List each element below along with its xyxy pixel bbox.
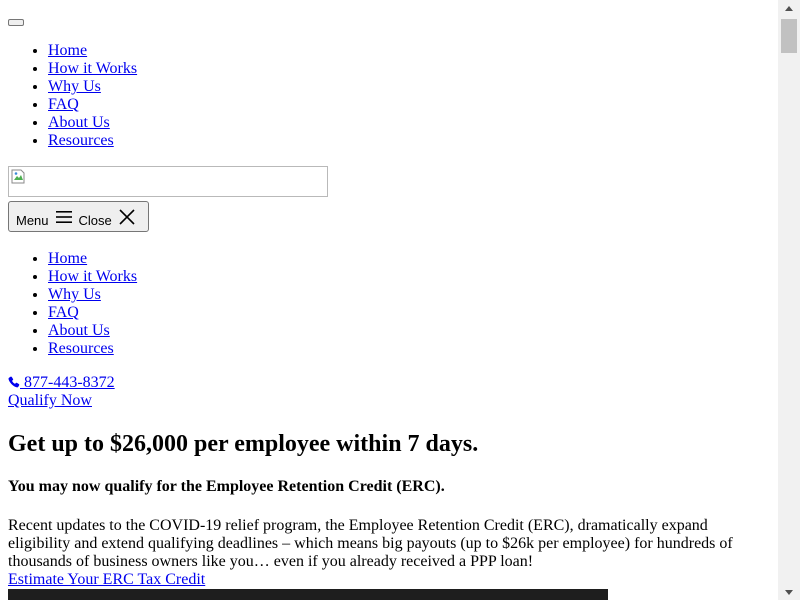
menu-close-button[interactable]: Menu Close — [8, 201, 149, 232]
nav-item: About Us — [48, 322, 137, 340]
scroll-down-arrow-icon[interactable] — [778, 584, 800, 600]
mobile-nav-link-about-us[interactable]: About Us — [48, 322, 110, 339]
nav-item: Resources — [48, 132, 137, 150]
primary-nav: Home How it Works Why Us FAQ About Us Re… — [8, 42, 137, 150]
nav-item: How it Works — [48, 268, 137, 286]
mobile-nav-link-why-us[interactable]: Why Us — [48, 286, 101, 303]
mobile-nav-link-faq[interactable]: FAQ — [48, 304, 79, 321]
phone-link[interactable]: 877-443-8372 — [8, 374, 115, 392]
nav-item: Why Us — [48, 78, 137, 96]
hamburger-icon — [55, 210, 72, 223]
nav-item: Why Us — [48, 286, 137, 304]
nav-item: Home — [48, 42, 137, 60]
nav-link-home[interactable]: Home — [48, 42, 87, 59]
hero-image — [8, 589, 608, 600]
mobile-nav: Home How it Works Why Us FAQ About Us Re… — [8, 250, 137, 358]
hero-headline: Get up to $26,000 per employee within 7 … — [8, 431, 479, 457]
mobile-nav-link-resources[interactable]: Resources — [48, 340, 114, 357]
logo-image-link[interactable] — [8, 166, 328, 197]
phone-icon — [8, 376, 20, 388]
phone-number: 877-443-8372 — [24, 374, 115, 391]
nav-toggle-button[interactable] — [8, 19, 24, 26]
nav-item: Resources — [48, 340, 137, 358]
nav-link-faq[interactable]: FAQ — [48, 96, 79, 113]
qualify-now-link[interactable]: Qualify Now — [8, 392, 92, 410]
broken-image-icon — [11, 169, 25, 184]
scroll-up-arrow-icon[interactable] — [778, 0, 800, 16]
hero-body-text: Recent updates to the COVID-19 relief pr… — [8, 517, 733, 570]
nav-link-why-us[interactable]: Why Us — [48, 78, 101, 95]
nav-item: FAQ — [48, 304, 137, 322]
close-label: Close — [78, 213, 112, 228]
hero-subheadline: You may now qualify for the Employee Ret… — [8, 478, 445, 495]
menu-label: Menu — [16, 213, 49, 228]
estimate-erc-link[interactable]: Estimate Your ERC Tax Credit — [8, 571, 205, 589]
nav-link-how-it-works[interactable]: How it Works — [48, 60, 137, 77]
vertical-scrollbar[interactable] — [778, 0, 800, 600]
nav-item: How it Works — [48, 60, 137, 78]
scrollbar-thumb[interactable] — [781, 19, 797, 53]
nav-link-about-us[interactable]: About Us — [48, 114, 110, 131]
nav-link-resources[interactable]: Resources — [48, 132, 114, 149]
mobile-nav-link-home[interactable]: Home — [48, 250, 87, 267]
close-icon — [119, 208, 135, 225]
mobile-nav-link-how-it-works[interactable]: How it Works — [48, 268, 137, 285]
nav-item: FAQ — [48, 96, 137, 114]
nav-item: About Us — [48, 114, 137, 132]
nav-item: Home — [48, 250, 137, 268]
